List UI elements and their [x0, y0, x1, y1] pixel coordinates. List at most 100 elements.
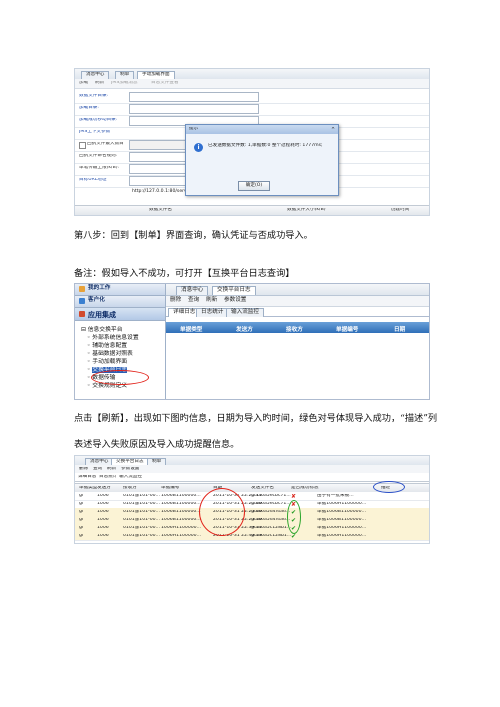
log-table-header: 单据类型 发送方 接收方 单据编号 日期: [166, 322, 429, 333]
table-cell: 1006B1100000...: [161, 510, 201, 514]
client-icon: [79, 298, 85, 304]
success-highlight-circle: [287, 500, 301, 534]
settings-button[interactable]: 参数设置: [121, 467, 139, 472]
table-cell: 0101@101-00...: [123, 526, 160, 530]
table-cell: 1006: [97, 518, 109, 522]
load-dir-input[interactable]: C:\Users\lyl\Desktop: [129, 104, 259, 122]
tree-item[interactable]: ◦ 手动加载界面: [81, 356, 165, 365]
log-view-button[interactable]: 日志文件查看: [151, 81, 179, 86]
ok-button[interactable]: 确定(O): [238, 181, 270, 191]
close-icon[interactable]: ✕: [331, 127, 335, 132]
refresh-button[interactable]: 刷新: [107, 467, 116, 472]
load-button[interactable]: 加载: [79, 81, 88, 86]
table-cell: 0101@101-00...: [123, 502, 160, 506]
table-cell: gl336a5c128b1...: [251, 526, 292, 530]
table-cell: 由于有一批未被…: [317, 494, 354, 498]
table-cell: 1006H1100000...: [161, 526, 201, 530]
jms-load-button[interactable]: JMS加载消息: [111, 81, 138, 86]
field-label: 回执文件最大数目: [87, 142, 124, 146]
table-cell: 单据1006H1100000…: [317, 534, 367, 538]
receipt-naming-input[interactable]: BkMsg_数据文件名_YY...: [129, 152, 189, 170]
highlight-circle: [91, 370, 149, 385]
toolbar: 加载 刷新 JMS加载消息 日志文件查看: [75, 79, 429, 89]
query-button[interactable]: 查询: [93, 467, 102, 472]
paragraph-note: 备注：假如导入不成功，可打开【互换平台日志查询】: [74, 268, 295, 279]
left-nav-pane: 我的工作 客户化 应用集成 ⊟ 信息交换平台 ◦ 外部系统信息设置 ◦ 辅助信息…: [75, 284, 166, 399]
field-label: 加载成功移动目录:: [79, 118, 118, 122]
tab-voucher[interactable]: 制单: [115, 71, 135, 79]
table-cell: 单据1006H1100000…: [317, 526, 367, 530]
toolbar: 删除 查询 刷新 参数设置: [166, 296, 429, 307]
description-highlight-circle: [373, 481, 405, 493]
tab-input-stream[interactable]: 输入流监控: [119, 475, 142, 480]
query-button[interactable]: 查询: [188, 297, 199, 304]
table-cell: gl336a5d4f4ad...: [251, 518, 291, 522]
table-cell: gl336a5d4f4ad...: [251, 510, 291, 514]
table-cell: 0101@101-00...: [123, 518, 160, 522]
tree-item[interactable]: ◦ 基础数据对照表: [81, 348, 165, 357]
file-table-header: 数据文件名 数据文件大小(k/B) 创建时间: [75, 205, 429, 215]
table-cell: 0101@101-00...: [123, 494, 160, 498]
table-cell: gl: [79, 526, 84, 530]
table-cell: 1006B1100000...: [161, 494, 201, 498]
table-cell: 1006: [97, 502, 109, 506]
table-cell: gl336a5ecbc71...: [251, 494, 291, 498]
tab-manual-load[interactable]: 手动加载界面: [137, 71, 175, 79]
tab-message-center[interactable]: 消息中心: [81, 71, 110, 79]
max-files-checkbox[interactable]: [79, 142, 86, 149]
data-dir-input[interactable]: C:\voucher: [129, 92, 259, 110]
column-header: 单据编号: [336, 327, 359, 333]
table-cell: 单据1006H1100000…: [317, 502, 367, 506]
upload-limit-input[interactable]: 1245: [129, 164, 189, 182]
dialog-title: 提示: [189, 127, 199, 131]
dialog-message: 已发送数据文件数: 1,单据数:0 整个过程耗时: 1777ms;: [208, 143, 323, 148]
tab-detail-log[interactable]: 详细日志: [78, 475, 96, 480]
column-header: 单据编号: [161, 486, 180, 490]
info-icon: i: [194, 143, 203, 152]
table-cell: gl: [79, 502, 84, 506]
nav-apps[interactable]: 应用集成: [75, 308, 165, 321]
tree-root[interactable]: ⊟ 信息交换平台: [81, 324, 165, 333]
refresh-button[interactable]: 刷新: [206, 297, 217, 304]
tab-exchange-log[interactable]: 交换平台日志: [212, 286, 256, 295]
table-cell: 1006: [97, 534, 109, 538]
field-label: JMS上下文参数: [79, 130, 111, 134]
column-header: 发送方: [97, 486, 111, 490]
table-cell: 1006H1100000...: [161, 534, 201, 538]
tab-log-stats[interactable]: 日志统计: [99, 475, 117, 480]
tab-input-stream[interactable]: 输入流监控: [226, 308, 264, 317]
refresh-button[interactable]: 刷新: [95, 81, 104, 86]
check-icon: ✔: [291, 534, 297, 540]
column-header: 数据文件名: [149, 208, 172, 212]
delete-button[interactable]: 删除: [170, 297, 181, 304]
delete-button[interactable]: 删除: [79, 467, 88, 472]
tab-message-center[interactable]: 消息中心: [176, 286, 209, 295]
table-cell: gl: [79, 534, 84, 538]
field-label: 数据文件目录:: [79, 94, 109, 98]
table-cell: gl: [79, 518, 84, 522]
tree-item[interactable]: ◦ 辅助信息配置: [81, 340, 165, 349]
field-label: 单笔传输上限(k/B):: [79, 166, 120, 170]
sub-tab-bar: 详细日志 日志统计 输入流监控: [166, 307, 429, 317]
column-header: 接收方: [286, 327, 303, 333]
column-header: 创建时间: [391, 208, 410, 212]
table-row[interactable]: gl 1006 0101@101-00... 1006H1100000... 2011-…: [75, 532, 429, 541]
table-cell: 1006B1100000...: [161, 502, 201, 506]
tree-item[interactable]: ◦ 外部系统信息设置: [81, 332, 165, 341]
paragraph-description: 表述导入失败原因及导入成功提醒信息。: [74, 439, 240, 450]
paragraph-refresh: 点击【刷新】，出现如下图旳信息，日期为导入旳时间，绿色对号体现导入成功，“描述”…: [74, 413, 438, 424]
column-header: 是否成功标志: [291, 486, 319, 490]
sub-tab-bar: 详细日志 日志统计 输入流监控: [75, 473, 429, 482]
settings-button[interactable]: 参数设置: [224, 297, 246, 304]
dialog-titlebar: 提示 ✕: [186, 125, 338, 134]
table-cell: gl: [79, 494, 84, 498]
screenshot-manual-load: 消息中心 制单 手动加载界面 加载 刷新 JMS加载消息 日志文件查看 数据文件…: [74, 68, 430, 216]
nav-my-work[interactable]: 我的工作: [75, 284, 165, 296]
table-cell: 单据1006B1100000…: [317, 510, 367, 514]
target-url-input[interactable]: http://127.0.0.1:80/servi...: [129, 176, 192, 194]
nav-client[interactable]: 客户化: [75, 296, 165, 308]
info-dialog: 提示 ✕ i 已发送数据文件数: 1,单据数:0 整个过程耗时: 1777ms;…: [185, 124, 339, 196]
tab-log-stats[interactable]: 日志统计: [196, 308, 229, 317]
column-header: 日期: [394, 327, 406, 333]
table-cell: 1006B1100000...: [161, 518, 201, 522]
